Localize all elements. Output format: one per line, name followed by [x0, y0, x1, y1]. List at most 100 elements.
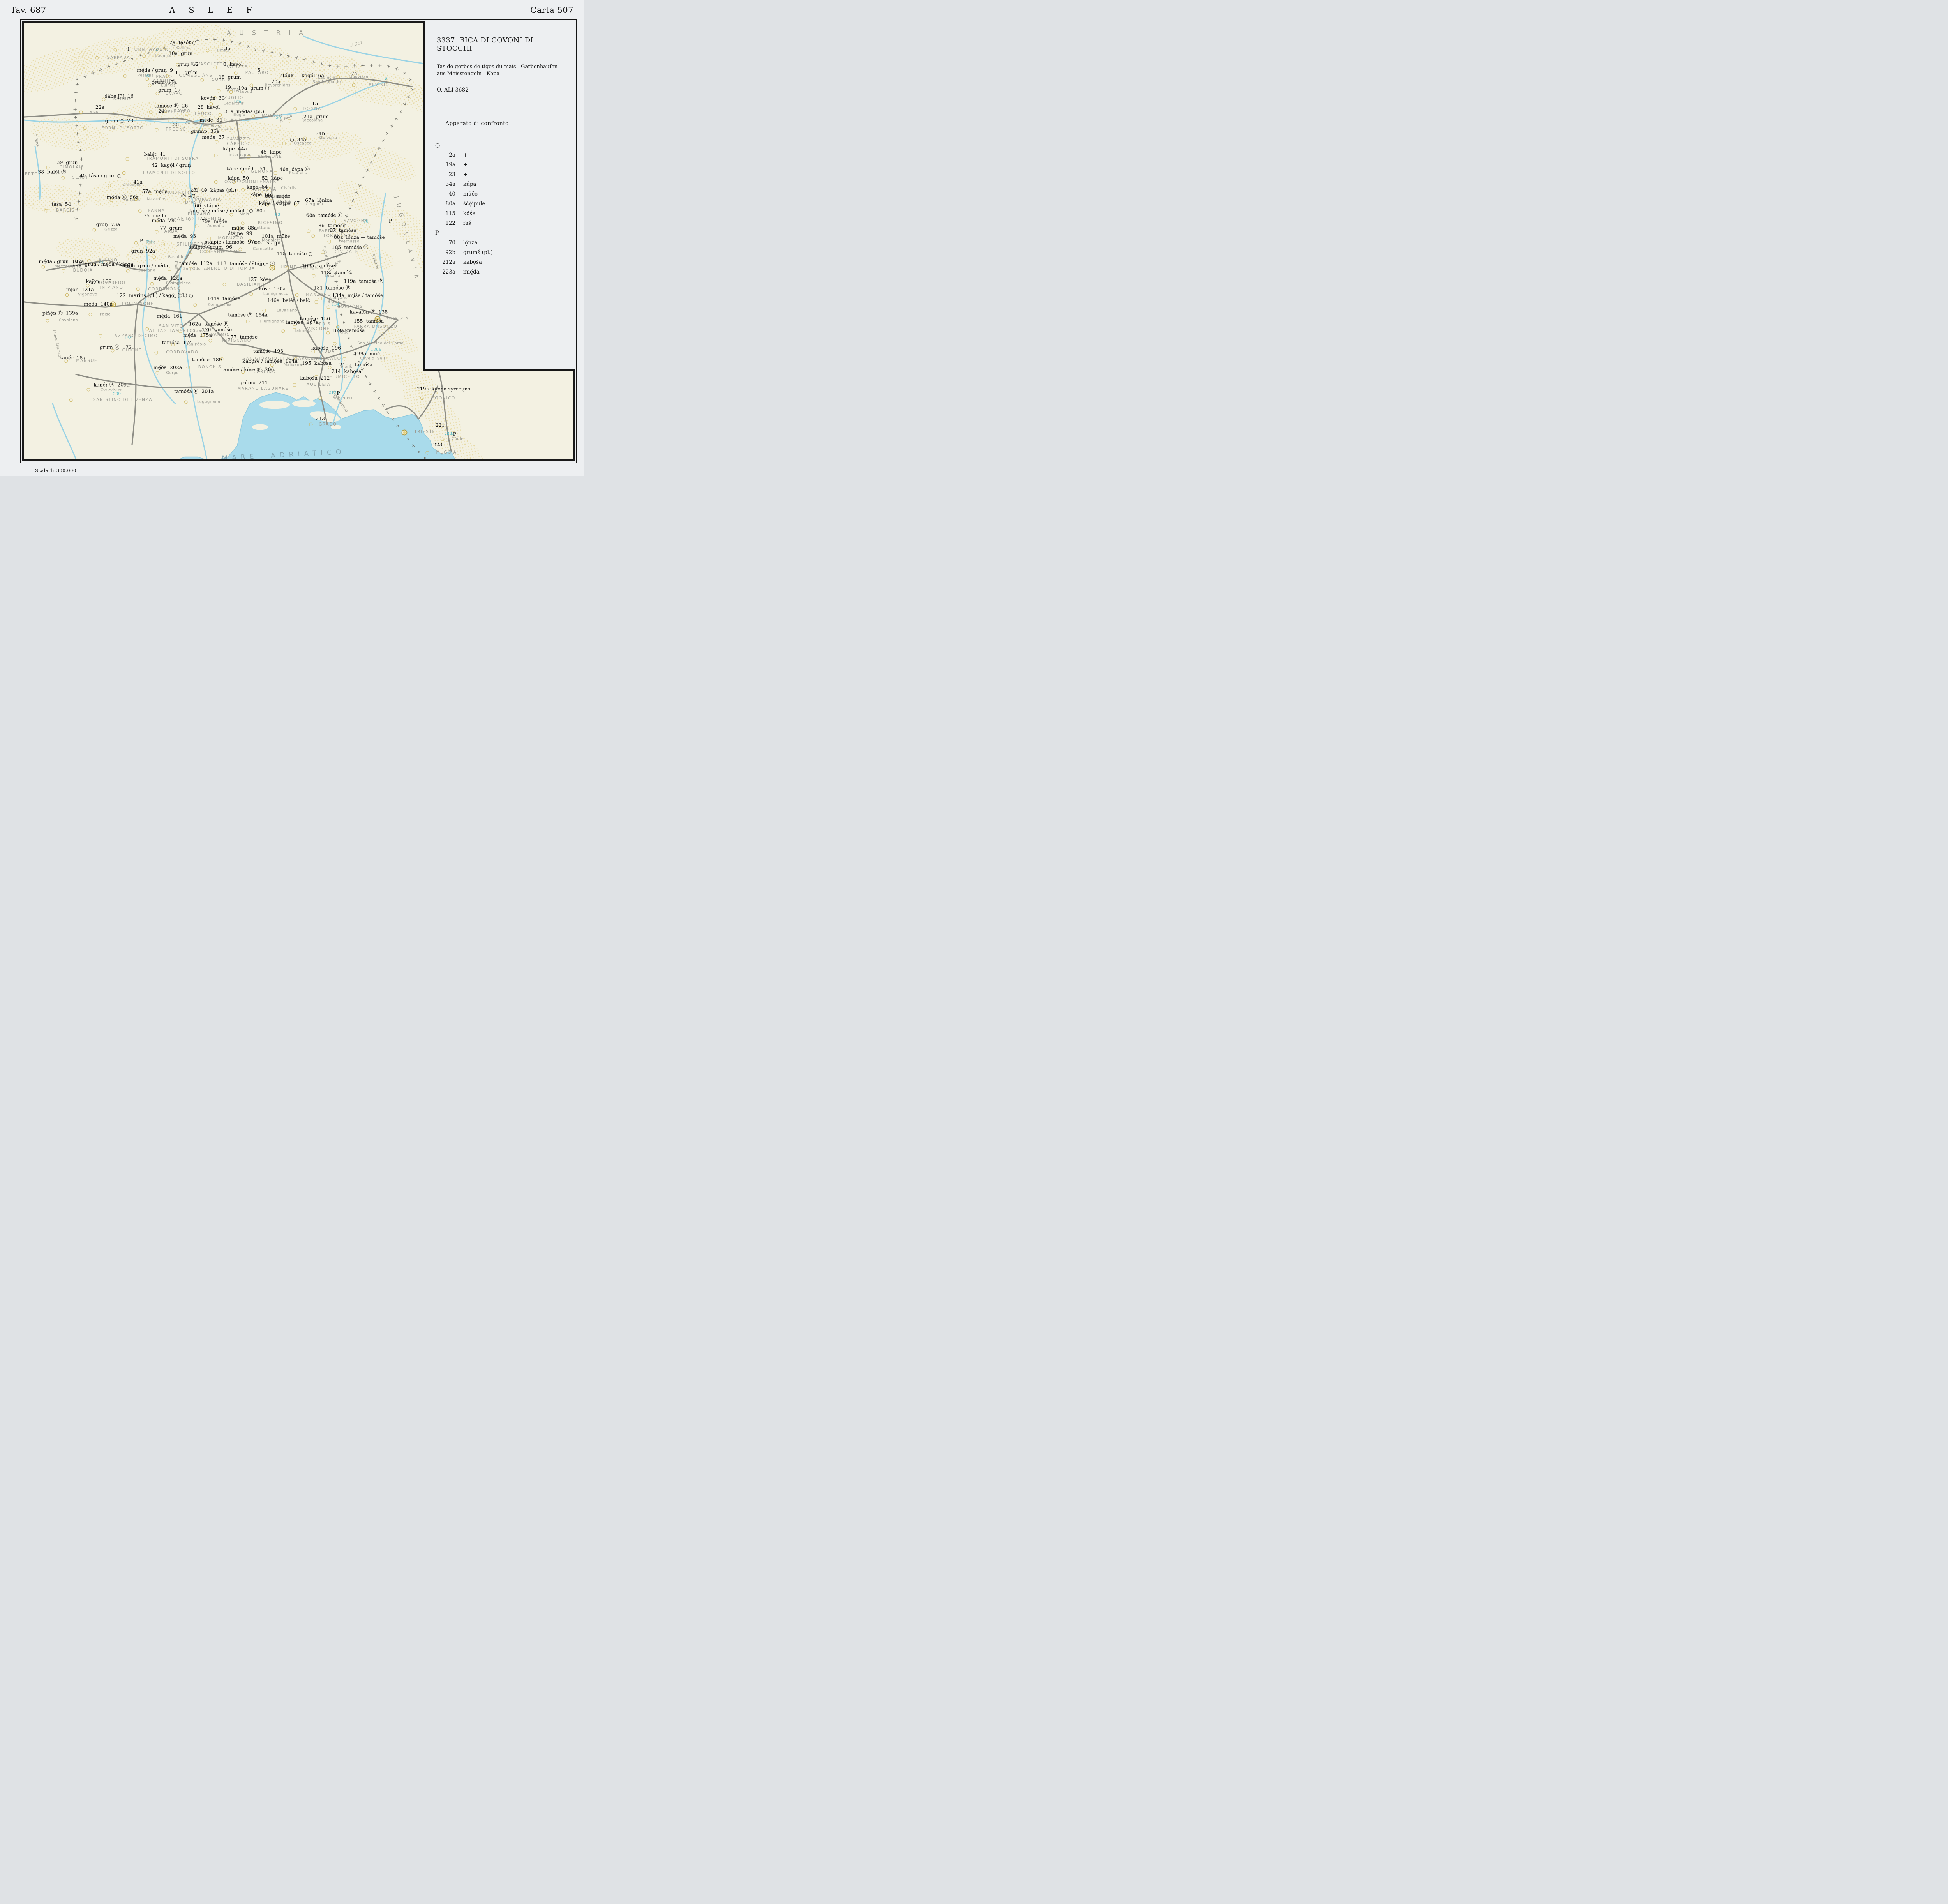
dialect-point-label[interactable]: 199a muč: [354, 351, 380, 357]
dialect-point-label[interactable]: 15: [312, 101, 318, 106]
dialect-point-label[interactable]: 21a grum: [303, 113, 329, 119]
dialect-point-label[interactable]: śtái̯pi̯e / grum 96: [189, 244, 232, 250]
village-marker[interactable]: [288, 119, 291, 122]
dialect-point-label[interactable]: 214 kabọ́śa: [332, 368, 361, 374]
dialect-point-label[interactable]: 115 tamóśe ○: [277, 251, 312, 256]
village-marker[interactable]: [185, 112, 188, 116]
village-marker[interactable]: [321, 251, 325, 254]
dialect-point-label[interactable]: grum 17a: [152, 79, 177, 85]
village-marker[interactable]: [108, 184, 111, 187]
dialect-point-label[interactable]: 10a gruṇ: [169, 50, 192, 56]
village-marker[interactable]: [200, 78, 204, 81]
dialect-point-label[interactable]: kanér Ⓟ 209a: [94, 381, 129, 388]
dialect-point-label[interactable]: ○ 34a: [290, 136, 306, 142]
dialect-point-label[interactable]: mę́da 140a: [84, 300, 113, 306]
dialect-point-label[interactable]: 42 kagọ́l / gru̦ṇ: [152, 162, 191, 168]
village-marker[interactable]: [125, 157, 129, 161]
village-marker[interactable]: [65, 293, 69, 297]
village-marker[interactable]: [328, 240, 331, 244]
dialect-point-label[interactable]: kápe / stái̯pe 67: [259, 200, 300, 206]
dialect-point-label[interactable]: 223: [433, 442, 443, 447]
dialect-point-label[interactable]: kápe 44a: [223, 146, 247, 152]
village-marker[interactable]: [343, 357, 346, 360]
dialect-point-label[interactable]: kaʃọ́n 109: [86, 278, 112, 284]
dialect-point-label[interactable]: 113 tamóśe / štái̯pi̯e Ⓟ: [217, 259, 275, 267]
dialect-point-label[interactable]: kavalọ́n Ⓟ 138: [350, 308, 388, 315]
village-marker[interactable]: [156, 371, 159, 375]
dialect-point-label[interactable]: 57a mę́da: [142, 188, 168, 194]
dialect-point-label[interactable]: 146a balét / balč: [267, 297, 310, 303]
village-marker[interactable]: [155, 230, 159, 233]
village-marker[interactable]: [215, 140, 219, 143]
dialect-point-label[interactable]: kabọ́śa 212: [300, 375, 330, 381]
dialect-point-label[interactable]: 38 balọ́t Ⓟ: [38, 168, 66, 175]
dialect-point-label[interactable]: 19a grum ○: [238, 85, 269, 91]
village-marker[interactable]: [281, 329, 285, 333]
village-marker[interactable]: [441, 438, 445, 441]
village-marker[interactable]: [44, 209, 48, 212]
village-marker[interactable]: [138, 209, 141, 213]
dialect-point-label[interactable]: 68a tamóśe Ⓟ: [306, 211, 342, 219]
village-marker[interactable]: [293, 383, 296, 387]
village-marker[interactable]: [206, 49, 210, 53]
dialect-point-label[interactable]: kanę́r 187: [59, 354, 86, 360]
dialect-point-label[interactable]: 7a: [351, 71, 357, 76]
village-marker[interactable]: [194, 303, 197, 307]
dialect-point-label[interactable]: grúmo 211: [239, 380, 268, 385]
village-marker[interactable]: [209, 339, 212, 343]
village-marker[interactable]: [143, 54, 146, 58]
dialect-point-label[interactable]: 110a gruṇ / mę́da: [123, 263, 168, 268]
village-marker[interactable]: [251, 114, 255, 118]
village-marker[interactable]: [146, 78, 149, 81]
dialect-point-label[interactable]: grum Ⓟ 172: [100, 343, 132, 350]
dialect-point-label[interactable]: mę́da / gruṇ 9: [137, 67, 173, 72]
dialect-point-label[interactable]: grump 36a: [191, 128, 219, 134]
village-marker[interactable]: [148, 84, 151, 87]
dialect-point-label[interactable]: mę́de 31: [199, 117, 222, 123]
village-marker[interactable]: [113, 48, 117, 51]
dialect-point-label[interactable]: kabọ́śa 196: [311, 345, 341, 351]
dialect-point-label[interactable]: 41a: [133, 179, 142, 185]
dialect-point-label[interactable]: 18 grum: [219, 74, 241, 80]
village-marker[interactable]: [312, 234, 315, 238]
dialect-point-label[interactable]: 169a tamọ́śa: [332, 327, 365, 333]
dialect-point-label[interactable]: gruṇ 12: [178, 61, 199, 67]
village-marker[interactable]: [166, 74, 169, 78]
dialect-point-label[interactable]: 40 tása / gruṇ ○: [79, 173, 121, 178]
dialect-point-label[interactable]: kápa 50: [228, 175, 249, 181]
dialect-point-label[interactable]: 127 kóse: [248, 276, 272, 282]
dialect-point-label[interactable]: P: [389, 218, 392, 224]
dialect-point-label[interactable]: 195 kabọ́sa: [302, 360, 332, 366]
dialect-point-label[interactable]: kóse 130a: [259, 285, 286, 291]
village-marker[interactable]: [307, 230, 311, 233]
dialect-point-label[interactable]: gruṇ 92a: [131, 248, 155, 254]
village-marker[interactable]: [83, 127, 86, 130]
dialect-point-label[interactable]: 11 grúm: [175, 69, 198, 75]
dialect-point-label[interactable]: 3 kavól: [224, 61, 243, 67]
dialect-point-label[interactable]: 144a tamóse: [207, 295, 240, 301]
dialect-point-label[interactable]: 122 maríns (pl.) / kagọ́i̯ (pl.) ○: [116, 292, 193, 298]
village-marker[interactable]: [352, 83, 355, 87]
dialect-point-label[interactable]: Ⓟ 47: [181, 192, 195, 200]
dialect-point-label[interactable]: tamọ́śe 193: [253, 348, 283, 353]
village-marker[interactable]: [214, 65, 217, 69]
dialect-point-label[interactable]: šábe [?] 16: [105, 93, 134, 99]
village-marker[interactable]: [154, 351, 158, 354]
village-marker[interactable]: [184, 400, 188, 404]
dialect-point-label[interactable]: tamóśe / múse / múšule ○ 80a: [189, 208, 266, 214]
dialect-point-label[interactable]: 77 grum: [160, 225, 183, 231]
village-marker[interactable]: [86, 388, 90, 392]
village-marker[interactable]: [312, 274, 316, 278]
village-marker[interactable]: [336, 75, 340, 79]
village-marker[interactable]: [206, 249, 210, 253]
village-marker[interactable]: [46, 319, 49, 323]
dialect-point-label[interactable]: 155 tamọ́śa: [354, 318, 384, 323]
city-marker[interactable]: [401, 429, 407, 435]
village-marker[interactable]: [99, 334, 102, 338]
dialect-point-label[interactable]: 22a: [95, 104, 104, 110]
village-marker[interactable]: [246, 320, 250, 323]
village-marker[interactable]: [146, 327, 149, 330]
dialect-point-label[interactable]: 131 tamóse Ⓟ: [314, 284, 350, 291]
dialect-point-label[interactable]: 118a tamóśa: [321, 270, 354, 276]
village-marker[interactable]: [62, 269, 65, 272]
